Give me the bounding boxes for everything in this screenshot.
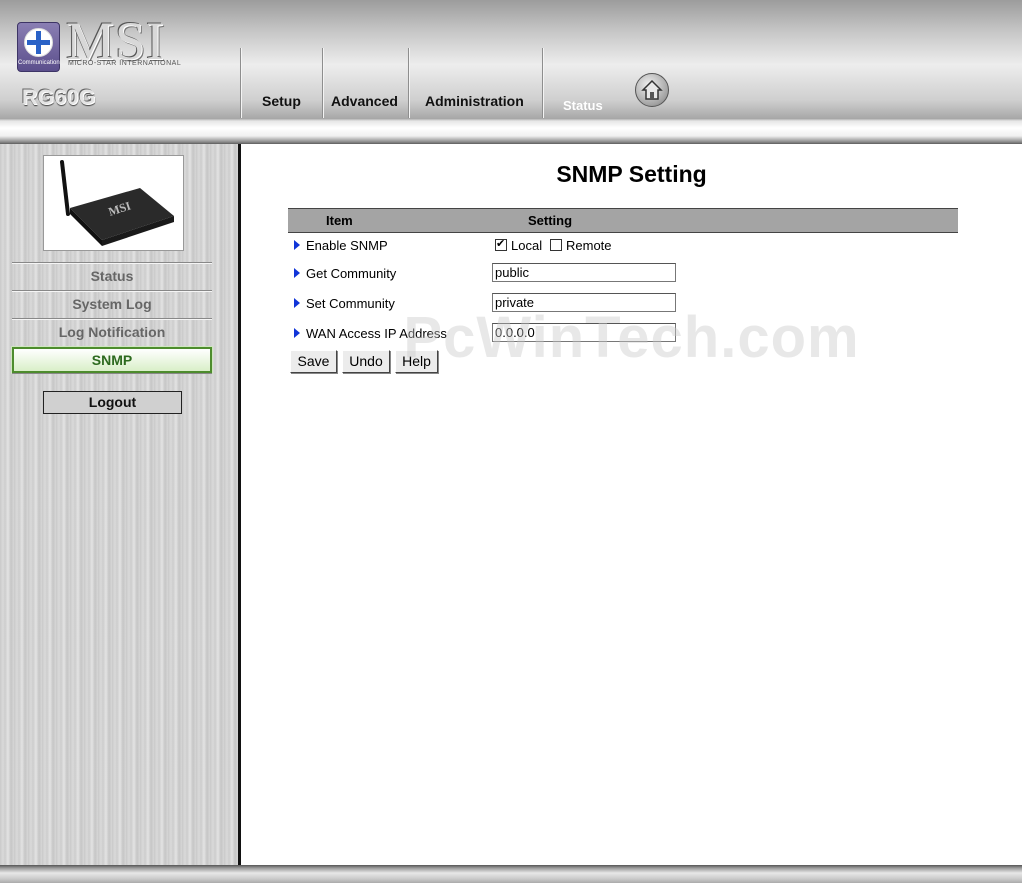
local-checkbox[interactable] (495, 237, 507, 251)
msi-emblem-icon (24, 28, 53, 57)
header-separator-band (0, 118, 1022, 144)
local-checkbox-group[interactable]: Local (495, 237, 543, 253)
footer-bar (0, 865, 1022, 883)
bullet-arrow-icon (294, 267, 300, 278)
model-name: RG60G (22, 86, 96, 109)
nav-divider (408, 48, 409, 118)
nav-divider (542, 48, 543, 118)
bullet-arrow-icon (294, 327, 300, 338)
tab-setup[interactable]: Setup (262, 93, 301, 109)
page-title: SNMP Setting (556, 161, 707, 187)
remote-checkbox[interactable] (550, 238, 562, 251)
sidebar-divider (12, 373, 212, 374)
remote-label: Remote (566, 238, 612, 253)
tab-administration[interactable]: Administration (425, 93, 524, 109)
remote-checkbox-group[interactable]: Remote (550, 238, 612, 253)
sidebar: MSI Status System Log Log Notification S… (0, 144, 238, 865)
logo-caption: Communication (18, 60, 60, 66)
row-label-get-community: Get Community (294, 266, 396, 281)
help-button[interactable]: Help (395, 350, 438, 373)
tab-advanced[interactable]: Advanced (331, 93, 398, 109)
row-label-set-community: Set Community (294, 296, 395, 311)
save-button[interactable]: Save (290, 350, 337, 373)
set-community-label: Set Community (306, 296, 395, 311)
sidebar-item-log-notification[interactable]: Log Notification (12, 318, 212, 346)
bullet-arrow-icon (294, 297, 300, 308)
sidebar-item-snmp[interactable]: SNMP (12, 347, 212, 373)
logout-button[interactable]: Logout (43, 391, 182, 414)
home-icon[interactable] (635, 73, 669, 107)
tab-status[interactable]: Status (563, 98, 603, 113)
wan-access-label: WAN Access IP Address (306, 326, 447, 341)
table-header: Item Setting (288, 208, 958, 233)
get-community-label: Get Community (306, 266, 397, 281)
column-header-setting: Setting (528, 213, 573, 228)
column-header-item: Item (326, 213, 353, 228)
row-label-wan-access: WAN Access IP Address (294, 326, 447, 341)
nav-divider (240, 48, 241, 118)
wan-access-ip-input[interactable] (492, 323, 676, 342)
enable-snmp-label: Enable SNMP (306, 238, 388, 253)
undo-button[interactable]: Undo (342, 350, 390, 373)
main-content: SNMP Setting Item Setting Enable SNMP Lo… (241, 144, 1022, 865)
header-bar: Communication MSI MICRO-STAR INTERNATION… (0, 0, 1022, 118)
set-community-input[interactable] (492, 293, 676, 312)
get-community-input[interactable] (492, 263, 676, 282)
msi-logo-badge: Communication (17, 22, 60, 72)
sidebar-item-status[interactable]: Status (12, 262, 212, 290)
brand-subtitle: MICRO-STAR INTERNATIONAL (68, 60, 182, 67)
nav-divider (322, 48, 323, 118)
bullet-arrow-icon (294, 239, 300, 250)
router-photo: MSI (43, 155, 184, 251)
sidebar-item-system-log[interactable]: System Log (12, 290, 212, 318)
local-label: Local (511, 238, 543, 253)
row-label-enable-snmp: Enable SNMP (294, 238, 388, 253)
